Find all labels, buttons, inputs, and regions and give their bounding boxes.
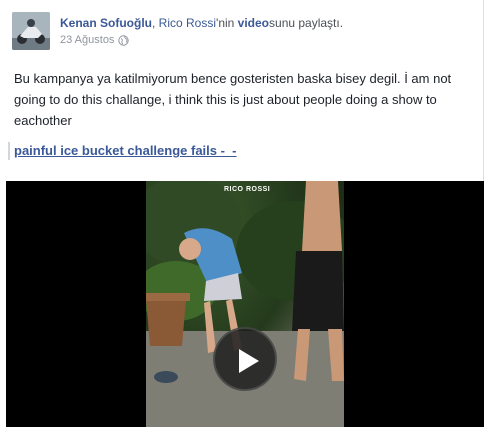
author-name-link[interactable]: Kenan Sofuoğlu: [60, 16, 152, 30]
globe-icon[interactable]: [118, 34, 130, 46]
author-avatar[interactable]: [12, 12, 50, 50]
feed-post: Kenan Sofuoğlu, Rico Rossi'nin videosunu…: [0, 0, 484, 427]
post-header: Kenan Sofuoğlu, Rico Rossi'nin videosunu…: [60, 16, 343, 30]
share-suffix: sunu paylaştı.: [269, 16, 344, 30]
play-icon: [239, 349, 259, 373]
post-text: Bu kampanya ya katilmiyorum bence goster…: [14, 71, 452, 128]
header-separator: ,: [152, 16, 159, 30]
post-meta: 23 Ağustos: [60, 34, 130, 46]
attachment-title-link[interactable]: painful ice bucket challenge fails -_-: [8, 142, 237, 160]
play-button[interactable]: [213, 327, 277, 391]
video-player[interactable]: RICO ROSSI: [6, 181, 484, 427]
post-timestamp[interactable]: 23 Ağustos: [60, 34, 114, 46]
owner-suffix: 'nin: [216, 16, 238, 30]
video-link[interactable]: video: [238, 16, 269, 30]
video-owner-link[interactable]: Rico Rossi: [159, 16, 216, 30]
video-watermark-logo: RICO ROSSI: [224, 186, 271, 193]
